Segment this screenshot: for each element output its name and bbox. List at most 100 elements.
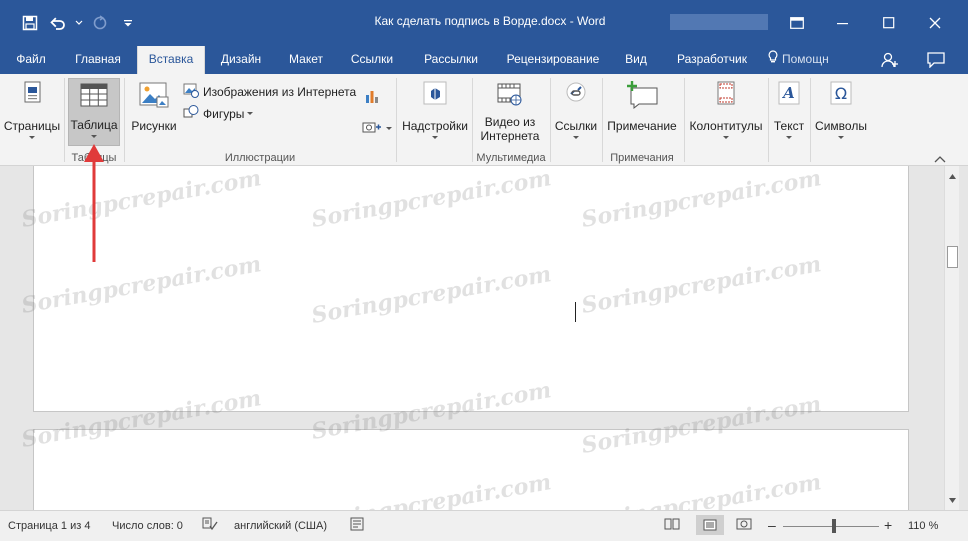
- status-bar: Страница 1 из 4 Число слов: 0 английский…: [0, 510, 968, 541]
- pictures-icon: [128, 82, 180, 111]
- separator: [472, 78, 473, 162]
- minimize-icon[interactable]: [820, 8, 866, 38]
- links-icon: [552, 80, 600, 111]
- customize-toolbar-icon[interactable]: [114, 8, 142, 38]
- online-pictures-button[interactable]: Изображения из Интернета: [183, 82, 356, 101]
- online-video-label-line1: Видео из: [484, 115, 536, 129]
- word-count[interactable]: Число слов: 0: [112, 520, 183, 532]
- tab-tell-me[interactable]: Помощн: [768, 46, 844, 74]
- comments-icon[interactable]: [916, 48, 956, 72]
- zoom-slider-thumb[interactable]: [831, 519, 836, 533]
- online-video-button[interactable]: Видео из Интернета: [474, 80, 546, 143]
- pictures-label: Рисунки: [131, 119, 177, 133]
- chart-icon: [364, 88, 380, 107]
- window-title: Как сделать подпись в Ворде.docx - Word: [374, 14, 606, 28]
- header-footer-button[interactable]: Колонтитулы: [686, 80, 766, 139]
- web-layout-icon[interactable]: [736, 517, 752, 534]
- text-label: Текст: [773, 119, 805, 133]
- tab-design[interactable]: Дизайн: [210, 46, 272, 74]
- tab-file[interactable]: Файл: [6, 46, 56, 74]
- maximize-icon[interactable]: [866, 8, 912, 38]
- addins-icon: [400, 80, 470, 111]
- tab-references[interactable]: Ссылки: [340, 46, 404, 74]
- title-bar: Как сделать подпись в Ворде.docx - Word: [0, 0, 968, 46]
- chart-button[interactable]: [364, 88, 380, 107]
- tab-home[interactable]: Главная: [66, 46, 130, 74]
- shapes-label: Фигуры: [203, 106, 245, 121]
- share-user-icon[interactable]: [870, 48, 910, 72]
- page-count[interactable]: Страница 1 из 4: [8, 520, 90, 532]
- links-label: Ссылки: [554, 119, 598, 133]
- tab-developer[interactable]: Разработчик: [664, 46, 760, 74]
- tab-review[interactable]: Рецензирование: [498, 46, 608, 74]
- separator: [396, 78, 397, 162]
- tab-view[interactable]: Вид: [616, 46, 656, 74]
- pages-icon: [2, 80, 62, 111]
- pages-button[interactable]: Страницы: [2, 80, 62, 139]
- header-footer-dropdown-icon: [723, 136, 729, 139]
- proofing-icon[interactable]: [202, 517, 218, 534]
- new-comment-icon: [604, 80, 680, 113]
- header-footer-icon: [686, 80, 766, 111]
- tab-layout[interactable]: Макет: [278, 46, 334, 74]
- close-icon[interactable]: [912, 8, 958, 38]
- scroll-down-icon[interactable]: [947, 494, 958, 506]
- text-cursor: [575, 302, 576, 322]
- group-label-comments: Примечания: [610, 152, 674, 164]
- separator: [124, 78, 125, 162]
- language-indicator[interactable]: английский (США): [234, 520, 327, 532]
- text-dropdown-icon: [786, 136, 792, 139]
- addins-label: Надстройки: [402, 119, 468, 133]
- tab-mailings[interactable]: Рассылки: [412, 46, 490, 74]
- online-pictures-label: Изображения из Интернета: [203, 84, 357, 99]
- window-edge: [959, 166, 968, 510]
- collapse-ribbon-icon[interactable]: [934, 152, 946, 163]
- shapes-button[interactable]: Фигуры: [183, 104, 254, 123]
- zoom-out-button[interactable]: –: [768, 517, 776, 533]
- separator: [810, 78, 811, 162]
- document-page-2[interactable]: [33, 429, 909, 510]
- text-box-icon: A: [770, 80, 808, 111]
- redo-icon[interactable]: [86, 8, 114, 38]
- tab-insert[interactable]: Вставка: [137, 46, 205, 75]
- macro-recording-icon[interactable]: [350, 517, 364, 534]
- table-button[interactable]: Таблица: [68, 78, 120, 146]
- undo-icon[interactable]: [44, 8, 72, 38]
- save-icon[interactable]: [16, 8, 44, 38]
- comment-button[interactable]: Примечание: [604, 80, 680, 133]
- print-layout-icon[interactable]: [696, 515, 724, 535]
- addins-button[interactable]: Надстройки: [400, 80, 470, 139]
- shapes-icon: [183, 104, 199, 123]
- screenshot-button[interactable]: [362, 120, 392, 137]
- vertical-scrollbar[interactable]: [944, 166, 959, 510]
- pictures-button[interactable]: Рисунки: [128, 82, 180, 133]
- document-page-1[interactable]: [33, 166, 909, 412]
- scroll-up-icon[interactable]: [947, 170, 958, 182]
- account-name-area[interactable]: [670, 14, 768, 30]
- screenshot-icon: [362, 120, 382, 137]
- separator: [684, 78, 685, 162]
- separator: [768, 78, 769, 162]
- separator: [602, 78, 603, 162]
- separator: [550, 78, 551, 162]
- scroll-thumb[interactable]: [947, 246, 958, 268]
- lightbulb-icon: [768, 47, 778, 73]
- online-pictures-icon: [183, 82, 199, 101]
- symbols-button[interactable]: Ω Символы: [812, 80, 870, 139]
- tell-me-label: Помощн: [782, 52, 829, 66]
- annotation-arrow: [84, 144, 104, 262]
- text-button[interactable]: A Текст: [770, 80, 808, 139]
- read-mode-icon[interactable]: [664, 517, 680, 534]
- group-label-media: Мультимедиа: [476, 152, 546, 164]
- table-icon: [69, 83, 119, 110]
- table-dropdown-icon: [91, 135, 97, 138]
- symbols-dropdown-icon: [838, 136, 844, 139]
- ribbon-display-options-icon[interactable]: [774, 8, 820, 38]
- omega-icon: Ω: [812, 80, 870, 111]
- header-footer-label: Колонтитулы: [689, 119, 763, 133]
- undo-dropdown-icon[interactable]: [72, 8, 86, 38]
- links-button[interactable]: Ссылки: [552, 80, 600, 139]
- online-video-label-line2: Интернета: [480, 129, 540, 143]
- zoom-level[interactable]: 110 %: [908, 520, 938, 532]
- zoom-in-button[interactable]: +: [884, 517, 892, 533]
